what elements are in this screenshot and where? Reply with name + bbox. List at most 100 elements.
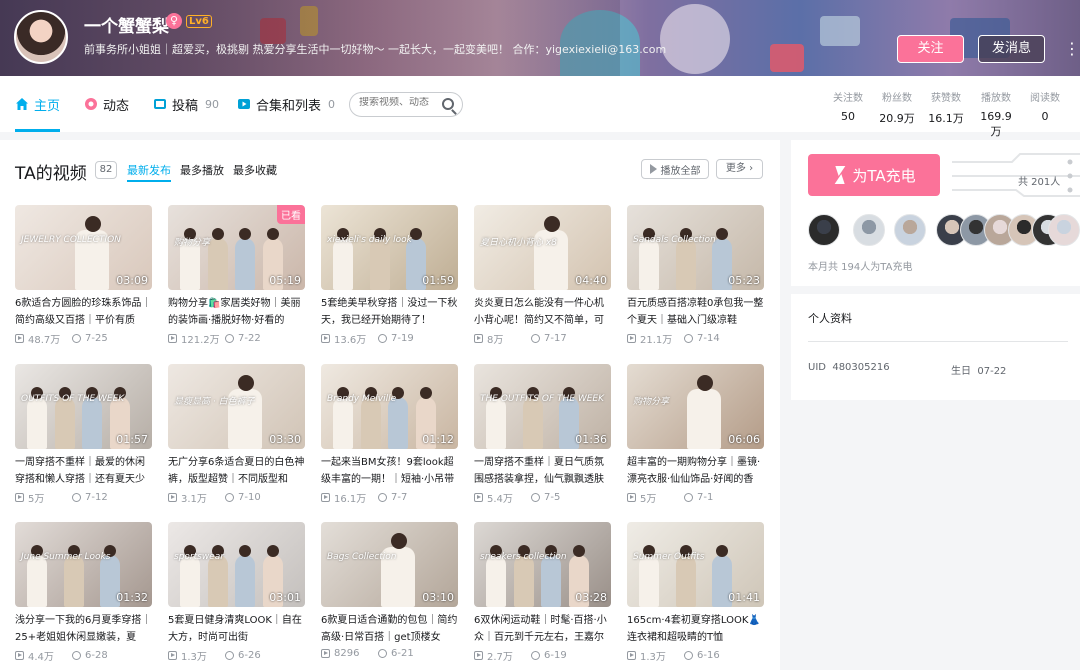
- search-box[interactable]: [349, 92, 463, 117]
- play-all-button[interactable]: 播放全部: [641, 159, 709, 179]
- clock-icon: [72, 334, 81, 343]
- video-title[interactable]: 6款夏日适合通勤的包包｜简约高级·日常百搭｜get顶楼女: [321, 612, 458, 646]
- video-card[interactable]: 显瘦显高 · 白色裤子 03:30 无广分享6条适合夏日的白色神裤，版型超赞｜不同版…: [168, 364, 305, 505]
- video-title[interactable]: 百元质感百搭凉鞋0承包我一整个夏天｜基础入门级凉鞋: [627, 295, 764, 329]
- video-thumbnail[interactable]: sneakers collection 03:28: [474, 522, 611, 607]
- video-thumbnail[interactable]: OUTFITS OF THE WEEK 01:57: [15, 364, 152, 449]
- video-thumbnail[interactable]: June Summer Looks 01:32: [15, 522, 152, 607]
- thumbnail-overlay-text: June Summer Looks: [21, 552, 111, 562]
- message-button[interactable]: 发消息: [978, 35, 1045, 63]
- stat-value: 169.9万: [980, 110, 1012, 138]
- charge-button[interactable]: 为TA充电: [808, 154, 940, 196]
- video-title[interactable]: 5套绝美早秋穿搭｜没过一下秋天，我已经开始期待了！: [321, 295, 458, 329]
- person-figure: [675, 238, 696, 290]
- video-title[interactable]: 一起来当BM女孩！9套look超级丰富的一期！｜短袖·小吊带: [321, 454, 458, 488]
- video-card[interactable]: JEWELRY COLLECTION 03:09 6款适合方圆脸的珍珠系饰品｜简约高…: [15, 205, 152, 346]
- video-card[interactable]: 夏日心机小背心 x8 04:40 炎炎夏日怎么能没有一件心机小背心呢！简约又不简单，…: [474, 205, 611, 346]
- stat-reads: 阅读数 0: [1025, 89, 1065, 123]
- sort-newest[interactable]: 最新发布: [127, 162, 171, 182]
- video-title[interactable]: 一周穿搭不重样｜最爱的休闲穿搭和懒人穿搭｜还有夏天少: [15, 454, 152, 488]
- character-artwork: [660, 4, 730, 74]
- video-card[interactable]: 购物分享 已看 05:19 购物分享🛍️家居类好物｜美丽的装饰画·播脱好物·好看的 12…: [168, 205, 305, 346]
- person-figure: [63, 555, 84, 607]
- birthday-field: 生日 07-22: [951, 362, 1006, 377]
- video-meta: 13.6万 7-19: [321, 331, 458, 346]
- follow-button[interactable]: 关注: [897, 35, 964, 63]
- video-duration: 03:30: [269, 433, 301, 446]
- person-head: [211, 228, 224, 240]
- play-count-icon: [627, 334, 636, 343]
- video-card[interactable]: sneakers collection 03:28 6双休闲运动鞋｜时髦·百搭·小众…: [474, 522, 611, 663]
- person-figure: [333, 397, 353, 449]
- video-title[interactable]: 炎炎夏日怎么能没有一件心机小背心呢！简约又不简单，可: [474, 295, 611, 329]
- video-duration: 01:32: [116, 591, 148, 604]
- gift-decoration: [770, 44, 804, 72]
- play-count-icon: [15, 493, 24, 502]
- video-title[interactable]: 浅分享一下我的6月夏季穿搭｜25+老姐姐休闲显嫩装，夏: [15, 612, 152, 646]
- video-thumbnail[interactable]: 购物分享 已看 05:19: [168, 205, 305, 290]
- thumbnail-overlay-text: Brandy Melville: [327, 394, 397, 404]
- sort-most-played[interactable]: 最多播放: [180, 162, 224, 178]
- thumbnail-overlay-text: sneakers collection: [480, 552, 567, 562]
- avatar[interactable]: [14, 10, 68, 64]
- video-card[interactable]: sportswear 03:01 5套夏日健身清爽LOOK｜自在大方，时尚可出街 1.…: [168, 522, 305, 663]
- person-head: [85, 216, 101, 232]
- video-thumbnail[interactable]: xiexieli's daily look 01:59: [321, 205, 458, 290]
- video-thumbnail[interactable]: 显瘦显高 · 白色裤子 03:30: [168, 364, 305, 449]
- person-figure: [486, 397, 506, 449]
- person-head: [266, 228, 279, 240]
- video-card[interactable]: 购物分享 06:06 超丰富的一期购物分享｜墨镜·漂亮衣服·仙仙饰品·好闻的香 5万 7…: [627, 364, 764, 505]
- video-card[interactable]: THE OUTFITS OF THE WEEK 01:36 一周穿搭不重样｜夏日气质…: [474, 364, 611, 505]
- video-title[interactable]: 5套夏日健身清爽LOOK｜自在大方，时尚可出街: [168, 612, 305, 646]
- video-views: 5.4万: [487, 494, 513, 505]
- video-thumbnail[interactable]: JEWELRY COLLECTION 03:09: [15, 205, 152, 290]
- video-thumbnail[interactable]: Sandals Collection 05:23: [627, 205, 764, 290]
- video-card[interactable]: Sandals Collection 05:23 百元质感百搭凉鞋0承包我一整个夏天…: [627, 205, 764, 346]
- thumbnail-overlay-text: THE OUTFITS OF THE WEEK: [480, 394, 604, 404]
- video-card[interactable]: June Summer Looks 01:32 浅分享一下我的6月夏季穿搭｜25+老…: [15, 522, 152, 663]
- video-title[interactable]: 购物分享🛍️家居类好物｜美丽的装饰画·播脱好物·好看的: [168, 295, 305, 329]
- tab-upload[interactable]: 投稿 90: [153, 76, 219, 132]
- collection-icon: [238, 99, 250, 109]
- video-title[interactable]: 一周穿搭不重样｜夏日气质氛围感搭装拿捏，仙气飘飘透肤: [474, 454, 611, 488]
- video-thumbnail[interactable]: sportswear 03:01: [168, 522, 305, 607]
- video-thumbnail[interactable]: 购物分享 06:06: [627, 364, 764, 449]
- video-views: 13.6万: [334, 335, 367, 346]
- search-icon[interactable]: [442, 98, 454, 110]
- video-card[interactable]: xiexieli's daily look 01:59 5套绝美早秋穿搭｜没过一下秋…: [321, 205, 458, 346]
- tab-collections[interactable]: 合集和列表 0: [237, 76, 335, 132]
- video-thumbnail[interactable]: Bags Collection 03:10: [321, 522, 458, 607]
- charger-avatar[interactable]: [853, 214, 885, 246]
- thumbnail-overlay-text: 购物分享: [633, 397, 670, 407]
- stat-plays: 播放数 169.9万: [976, 89, 1016, 139]
- video-date: 7-17: [544, 333, 567, 344]
- video-title[interactable]: 6款适合方圆脸的珍珠系饰品｜简约高级又百搭｜平价有质: [15, 295, 152, 329]
- tab-home[interactable]: 主页: [15, 76, 61, 132]
- charger-avatar[interactable]: [894, 214, 926, 246]
- charger-avatar[interactable]: [808, 214, 840, 246]
- video-card[interactable]: OUTFITS OF THE WEEK 01:57 一周穿搭不重样｜最爱的休闲穿搭和…: [15, 364, 152, 505]
- play-count-icon: [627, 651, 636, 660]
- video-duration: 01:41: [728, 591, 760, 604]
- video-thumbnail[interactable]: THE OUTFITS OF THE WEEK 01:36: [474, 364, 611, 449]
- tab-dynamic[interactable]: 动态: [84, 76, 129, 132]
- video-title[interactable]: 165cm·4套初夏穿搭LOOK👗连衣裙和超吸睛的T恤: [627, 612, 764, 646]
- video-card[interactable]: Brandy Melville 01:12 一起来当BM女孩！9套look超级丰富的…: [321, 364, 458, 505]
- more-videos-button[interactable]: 更多 ›: [716, 159, 763, 179]
- lightning-icon: [832, 166, 844, 184]
- video-title[interactable]: 6双休闲运动鞋｜时髦·百搭·小众｜百元到千元左右，王嘉尔: [474, 612, 611, 646]
- stat-followers[interactable]: 粉丝数 20.9万: [877, 89, 917, 126]
- video-thumbnail[interactable]: Summer Outfits 01:41: [627, 522, 764, 607]
- video-card[interactable]: Summer Outfits 01:41 165cm·4套初夏穿搭LOOK👗连衣裙和…: [627, 522, 764, 663]
- sort-most-favorited[interactable]: 最多收藏: [233, 162, 277, 178]
- video-thumbnail[interactable]: 夏日心机小背心 x8 04:40: [474, 205, 611, 290]
- video-card[interactable]: Bags Collection 03:10 6款夏日适合通勤的包包｜简约高级·日常百…: [321, 522, 458, 659]
- charger-avatar[interactable]: [1048, 214, 1080, 246]
- video-title[interactable]: 超丰富的一期购物分享｜墨镜·漂亮衣服·仙仙饰品·好闻的香: [627, 454, 764, 488]
- video-thumbnail[interactable]: Brandy Melville 01:12: [321, 364, 458, 449]
- stat-following[interactable]: 关注数 50: [828, 89, 868, 123]
- video-date: 7-1: [697, 492, 714, 503]
- video-title[interactable]: 无广分享6条适合夏日的白色神裤，版型超赞｜不同版型和: [168, 454, 305, 488]
- search-input[interactable]: [359, 97, 441, 108]
- more-options-icon[interactable]: ⋮: [1064, 36, 1080, 62]
